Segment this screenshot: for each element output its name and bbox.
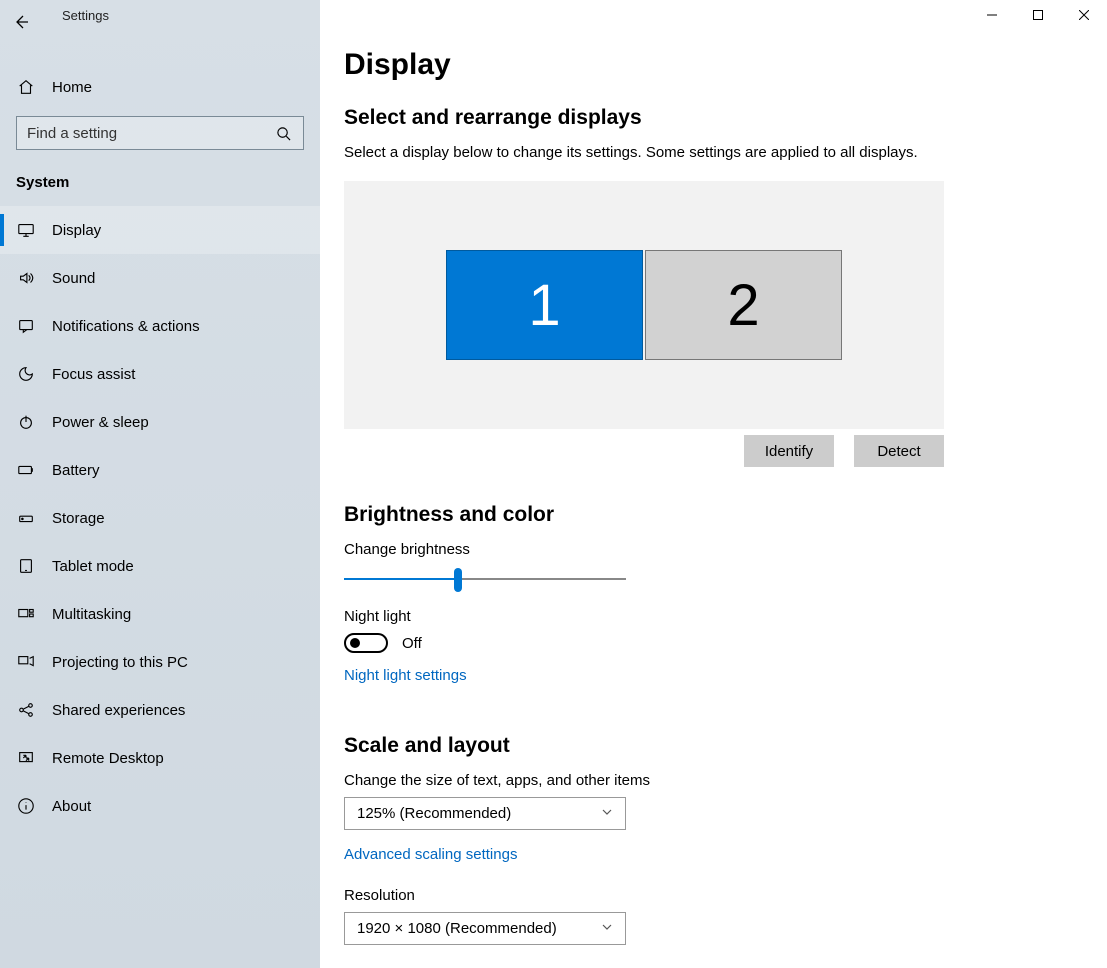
chevron-down-icon	[601, 805, 613, 822]
display-tile-1[interactable]: 1	[446, 250, 643, 360]
search-icon	[273, 123, 293, 143]
power-icon	[16, 412, 36, 432]
advanced-scaling-link[interactable]: Advanced scaling settings	[344, 846, 517, 863]
night-light-settings-link[interactable]: Night light settings	[344, 667, 467, 684]
focus-assist-icon	[16, 364, 36, 384]
night-light-label: Night light	[344, 608, 1107, 625]
sidebar-item-label: About	[52, 798, 91, 815]
projecting-icon	[16, 652, 36, 672]
category-heading: System	[0, 162, 320, 202]
slider-track-inactive	[459, 578, 626, 580]
sidebar-item-storage[interactable]: Storage	[0, 494, 320, 542]
sidebar-item-focus-assist[interactable]: Focus assist	[0, 350, 320, 398]
sidebar-item-label: Battery	[52, 462, 100, 479]
home-label: Home	[52, 79, 92, 96]
scale-value: 125% (Recommended)	[357, 805, 511, 822]
sidebar-item-label: Tablet mode	[52, 558, 134, 575]
sidebar-item-label: Shared experiences	[52, 702, 185, 719]
info-icon	[16, 796, 36, 816]
detect-button[interactable]: Detect	[854, 435, 944, 467]
display-arrangement-area[interactable]: 1 2	[344, 181, 944, 429]
sidebar-item-shared-experiences[interactable]: Shared experiences	[0, 686, 320, 734]
sidebar-item-notifications[interactable]: Notifications & actions	[0, 302, 320, 350]
display-icon	[16, 220, 36, 240]
page-title: Display	[344, 48, 1107, 82]
scale-heading: Scale and layout	[344, 734, 1107, 758]
identify-button[interactable]: Identify	[744, 435, 834, 467]
storage-icon	[16, 508, 36, 528]
home-button[interactable]: Home	[0, 64, 320, 110]
multitasking-icon	[16, 604, 36, 624]
search-placeholder: Find a setting	[27, 125, 273, 142]
night-light-state: Off	[402, 635, 422, 652]
sidebar-item-label: Power & sleep	[52, 414, 149, 431]
slider-track-active	[344, 578, 459, 580]
brightness-slider-label: Change brightness	[344, 541, 1107, 558]
maximize-button[interactable]	[1015, 0, 1061, 30]
window-title: Settings	[62, 8, 109, 23]
sidebar-item-remote-desktop[interactable]: Remote Desktop	[0, 734, 320, 782]
sidebar-item-label: Sound	[52, 270, 95, 287]
shared-icon	[16, 700, 36, 720]
display-tile-2[interactable]: 2	[645, 250, 842, 360]
close-button[interactable]	[1061, 0, 1107, 30]
sidebar: Settings Home Find a setting System Disp…	[0, 0, 320, 968]
arrow-left-icon	[11, 12, 31, 32]
sidebar-item-sound[interactable]: Sound	[0, 254, 320, 302]
remote-desktop-icon	[16, 748, 36, 768]
battery-icon	[16, 460, 36, 480]
sidebar-item-display[interactable]: Display	[0, 206, 320, 254]
sidebar-item-label: Projecting to this PC	[52, 654, 188, 671]
sound-icon	[16, 268, 36, 288]
resolution-dropdown[interactable]: 1920 × 1080 (Recommended)	[344, 912, 626, 945]
toggle-knob	[350, 638, 360, 648]
main-panel: Display Select and rearrange displays Se…	[320, 0, 1107, 968]
notifications-icon	[16, 316, 36, 336]
minimize-button[interactable]	[969, 0, 1015, 30]
sidebar-item-projecting[interactable]: Projecting to this PC	[0, 638, 320, 686]
window-controls	[969, 0, 1107, 30]
sidebar-item-tablet-mode[interactable]: Tablet mode	[0, 542, 320, 590]
sidebar-item-label: Notifications & actions	[52, 318, 200, 335]
sidebar-item-label: Remote Desktop	[52, 750, 164, 767]
sidebar-item-about[interactable]: About	[0, 782, 320, 830]
brightness-heading: Brightness and color	[344, 503, 1107, 527]
night-light-toggle[interactable]	[344, 633, 388, 653]
back-button[interactable]	[0, 4, 42, 40]
sidebar-item-label: Focus assist	[52, 366, 135, 383]
sidebar-item-multitasking[interactable]: Multitasking	[0, 590, 320, 638]
arrange-heading: Select and rearrange displays	[344, 106, 1107, 130]
search-input[interactable]: Find a setting	[16, 116, 304, 150]
brightness-slider[interactable]	[344, 566, 626, 594]
resolution-value: 1920 × 1080 (Recommended)	[357, 920, 557, 937]
sidebar-item-label: Multitasking	[52, 606, 131, 623]
sidebar-item-label: Display	[52, 222, 101, 239]
sidebar-item-battery[interactable]: Battery	[0, 446, 320, 494]
home-icon	[16, 77, 36, 97]
slider-thumb[interactable]	[454, 568, 462, 592]
scale-label: Change the size of text, apps, and other…	[344, 772, 1107, 789]
arrange-description: Select a display below to change its set…	[344, 144, 1107, 161]
scale-dropdown[interactable]: 125% (Recommended)	[344, 797, 626, 830]
resolution-label: Resolution	[344, 887, 1107, 904]
tablet-icon	[16, 556, 36, 576]
chevron-down-icon	[601, 920, 613, 937]
sidebar-item-power-sleep[interactable]: Power & sleep	[0, 398, 320, 446]
sidebar-item-label: Storage	[52, 510, 105, 527]
